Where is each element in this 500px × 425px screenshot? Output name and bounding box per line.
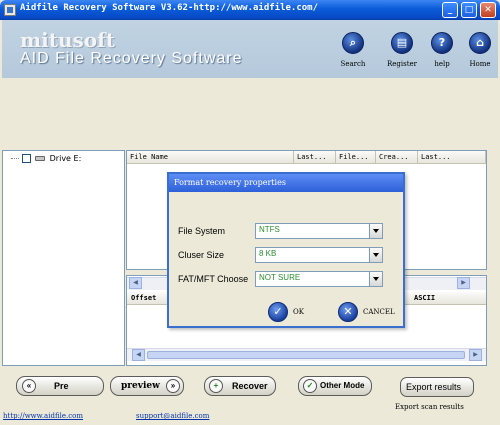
preview-button[interactable]: preview » — [110, 376, 184, 396]
chevron-down-icon[interactable] — [369, 272, 382, 286]
scroll-right-arrow-icon[interactable]: ▶ — [469, 349, 482, 361]
column-file[interactable]: File... — [336, 151, 376, 164]
home-icon: ⌂ — [469, 32, 491, 54]
pre-label: Pre — [54, 381, 69, 391]
chevron-down-icon[interactable] — [369, 248, 382, 262]
maximize-button[interactable]: □ — [461, 2, 477, 18]
drive-tree[interactable]: Drive E: — [2, 150, 125, 366]
file-system-value: NTFS — [259, 225, 280, 234]
column-last-2[interactable]: Last... — [418, 151, 486, 164]
dialog-title: Format recovery properties — [169, 174, 403, 192]
tree-item-label: Drive E: — [49, 154, 82, 163]
search-label: Search — [340, 60, 366, 68]
home-button[interactable]: ⌂ Home — [456, 32, 500, 68]
cancel-button[interactable]: ✕ CANCEL — [338, 302, 398, 324]
column-file-name[interactable]: File Name — [127, 151, 294, 164]
recover-button[interactable]: + Recover — [204, 376, 276, 396]
header-banner: mitusoft AID File Recovery Software ⌕ Se… — [2, 20, 498, 78]
fat-mft-label: FAT/MFT Choose — [178, 274, 249, 284]
fat-mft-value: NOT SURE — [259, 273, 301, 282]
check-circle-icon: ✓ — [303, 379, 317, 393]
preview-label: preview — [121, 381, 160, 391]
double-right-arrow-icon: » — [166, 379, 180, 393]
minimize-button[interactable]: _ — [442, 2, 458, 18]
tree-item-drive-e[interactable]: Drive E: — [11, 154, 81, 163]
product-name: AID File Recovery Software — [20, 50, 243, 67]
column-last-1[interactable]: Last... — [294, 151, 336, 164]
cluster-size-value: 8 KB — [259, 249, 277, 258]
check-icon: ✓ — [268, 302, 288, 322]
scroll-left-arrow-icon[interactable]: ◀ — [129, 277, 142, 289]
scroll-left-arrow-icon[interactable]: ◀ — [132, 349, 145, 361]
double-left-arrow-icon: « — [22, 379, 36, 393]
search-icon: ⌕ — [342, 32, 364, 54]
app-icon — [4, 4, 16, 16]
column-created[interactable]: Crea... — [376, 151, 418, 164]
tree-connector — [11, 158, 19, 159]
scroll-thumb[interactable] — [147, 351, 465, 359]
export-results-label: Export results — [406, 382, 462, 392]
other-mode-label: Other Mode — [320, 381, 365, 390]
ok-button[interactable]: ✓ OK — [268, 302, 312, 324]
home-label: Home — [469, 60, 491, 68]
column-offset: Offset — [131, 294, 157, 302]
fat-mft-select[interactable]: NOT SURE — [255, 271, 383, 287]
ok-label: OK — [293, 308, 304, 316]
format-recovery-dialog: Format recovery properties File System N… — [167, 172, 405, 328]
search-button[interactable]: ⌕ Search — [329, 32, 377, 68]
cancel-label: CANCEL — [363, 308, 395, 316]
other-mode-button[interactable]: ✓ Other Mode — [298, 376, 372, 396]
export-caption: Export scan results — [395, 403, 464, 411]
column-ascii: ASCII — [414, 294, 436, 302]
title-bar[interactable]: Aidfile Recovery Software V3.62-http://w… — [0, 0, 500, 20]
drive-checkbox[interactable] — [21, 154, 31, 163]
cluster-size-select[interactable]: 8 KB — [255, 247, 383, 263]
chevron-down-icon[interactable] — [369, 224, 382, 238]
plus-icon: + — [209, 379, 223, 393]
drive-icon — [35, 156, 46, 161]
register-icon: ▤ — [391, 32, 413, 54]
file-system-select[interactable]: NTFS — [255, 223, 383, 239]
scroll-right-arrow-icon[interactable]: ▶ — [457, 277, 470, 289]
file-system-label: File System — [178, 226, 226, 236]
support-email-link[interactable]: support@aidfile.com — [136, 412, 209, 420]
pre-button[interactable]: « Pre — [16, 376, 104, 396]
close-icon: ✕ — [338, 302, 358, 322]
brand-logo: mitusoft — [20, 28, 115, 52]
website-link[interactable]: http://www.aidfile.com — [3, 412, 83, 420]
recover-label: Recover — [232, 381, 268, 391]
help-icon: ? — [431, 32, 453, 54]
close-button[interactable]: ✕ — [480, 2, 496, 18]
window-title: Aidfile Recovery Software V3.62-http://w… — [20, 3, 319, 13]
cluster-size-label: Cluser Size — [178, 250, 225, 260]
export-results-button[interactable]: Export results — [400, 377, 474, 397]
